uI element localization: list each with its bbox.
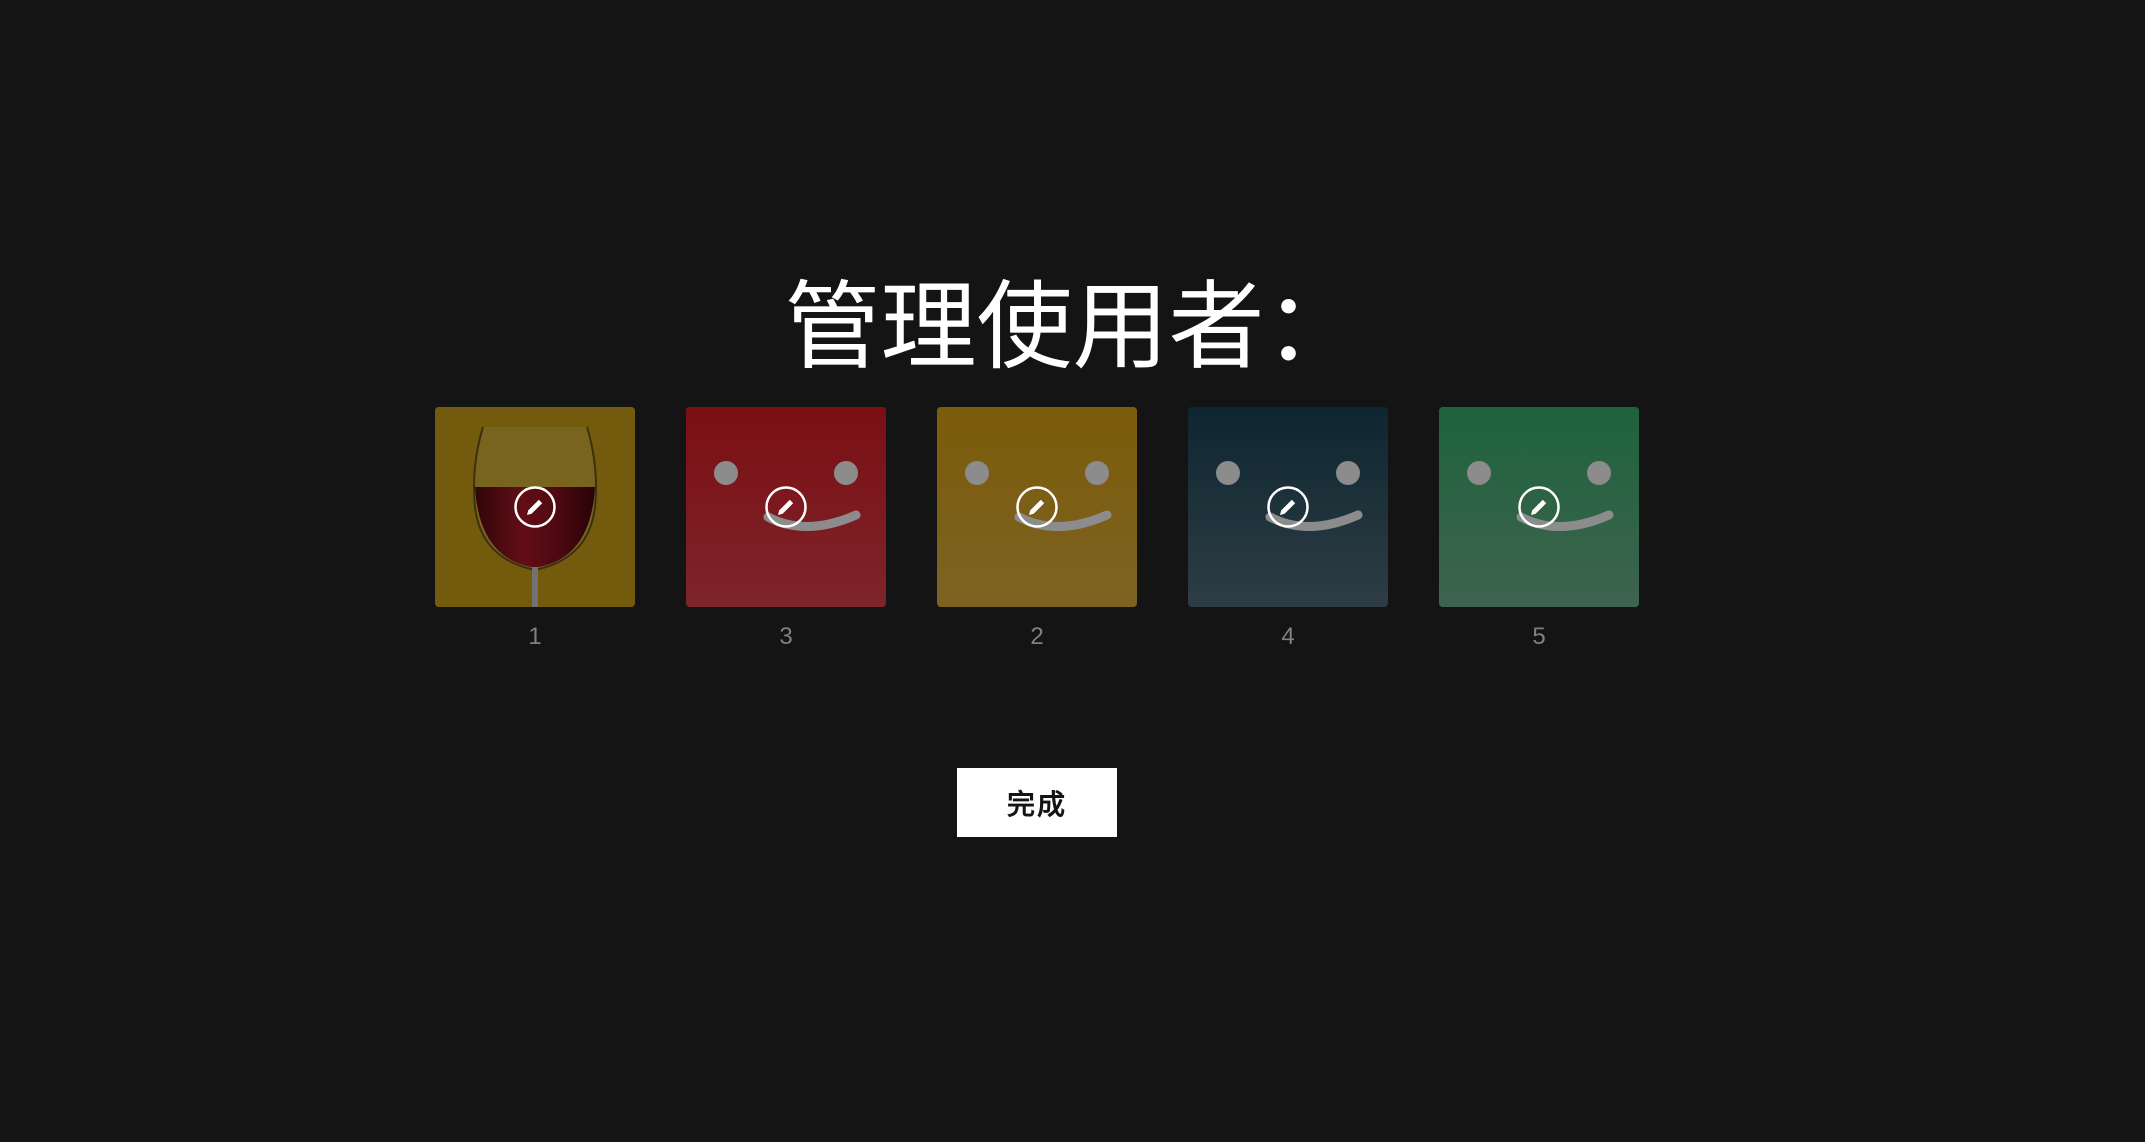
avatar[interactable] (1439, 407, 1639, 607)
profile-name: 4 (1281, 623, 1295, 650)
profile-name: 3 (779, 623, 793, 650)
avatar[interactable] (686, 407, 886, 607)
avatar[interactable] (937, 407, 1137, 607)
manage-profiles-page: 管理使用者： 1 3 2 4 5 完成 (0, 0, 2145, 1142)
profile-name: 1 (528, 623, 542, 650)
profile-item[interactable]: 2 (937, 407, 1137, 653)
pencil-icon[interactable] (1016, 486, 1058, 528)
profile-name: 2 (1030, 623, 1044, 650)
avatar[interactable] (435, 407, 635, 607)
pencil-icon[interactable] (1518, 486, 1560, 528)
profile-item[interactable]: 3 (686, 407, 886, 653)
pencil-icon[interactable] (765, 486, 807, 528)
avatar[interactable] (1188, 407, 1388, 607)
done-button[interactable]: 完成 (957, 768, 1117, 837)
profile-item[interactable]: 5 (1439, 407, 1639, 653)
profile-list: 1 3 2 4 5 (435, 407, 1639, 653)
pencil-icon[interactable] (1267, 486, 1309, 528)
page-title: 管理使用者： (784, 271, 1361, 383)
profile-item[interactable]: 1 (435, 407, 635, 653)
profile-item[interactable]: 4 (1188, 407, 1388, 653)
profile-name: 5 (1532, 623, 1546, 650)
pencil-icon[interactable] (514, 486, 556, 528)
